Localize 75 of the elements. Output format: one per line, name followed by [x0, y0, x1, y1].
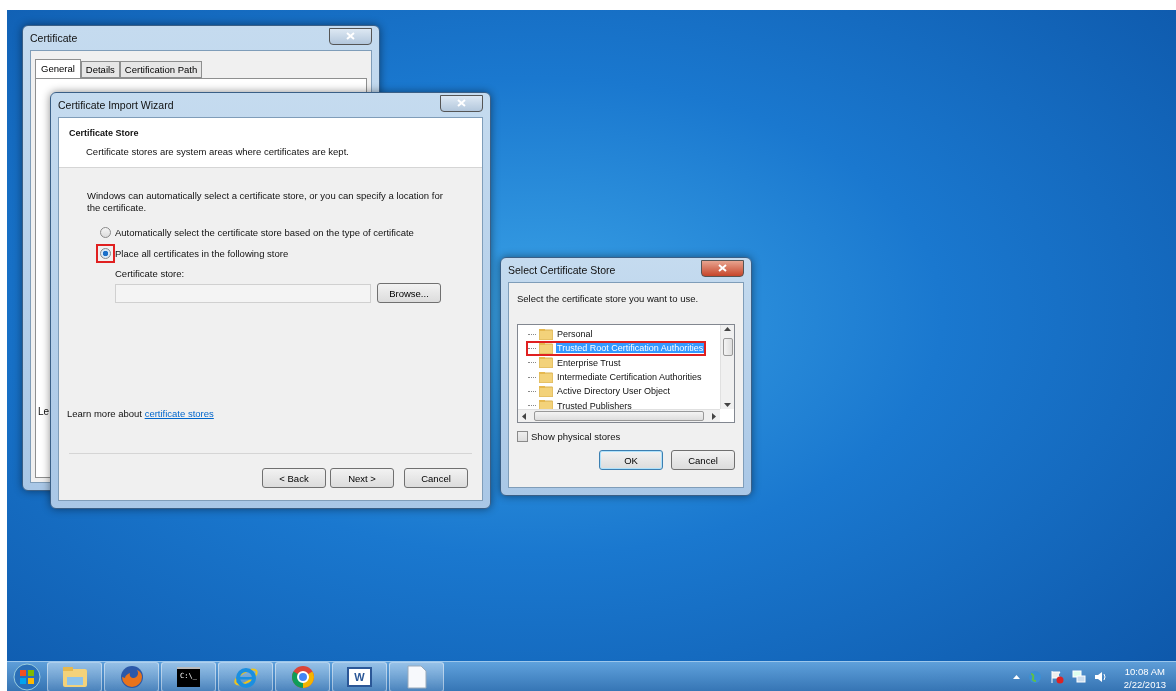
help-link[interactable]: certificate stores: [144, 408, 214, 419]
tree-item[interactable]: Enterprise Trust: [526, 355, 624, 370]
prompt-text: Select the certificate store you want to use.: [516, 292, 700, 306]
horizontal-scrollbar[interactable]: [518, 409, 720, 422]
close-button[interactable]: [440, 94, 483, 112]
network-icon[interactable]: [1071, 669, 1086, 684]
taskbar-app[interactable]: [218, 661, 273, 691]
taskbar-app[interactable]: W: [332, 661, 387, 691]
folder-icon: [539, 371, 553, 383]
wizard-button[interactable]: Cancel: [404, 468, 468, 488]
close-icon: [457, 99, 466, 107]
tab[interactable]: Certification Path: [119, 61, 203, 78]
radio-label[interactable]: Automatically select the certificate store based on the type of certificate: [115, 227, 414, 238]
item-label[interactable]: Active Directory User Object: [556, 386, 672, 397]
down-arrow-icon: [724, 403, 731, 407]
intro-text: Windows can automatically select a certificate store, or you can specify a location for the certificate.: [87, 190, 444, 214]
window-title: Certificate Import Wizard: [58, 99, 174, 111]
item-label[interactable]: Intermediate Certification Authorities: [556, 372, 703, 383]
close-button[interactable]: [701, 259, 744, 277]
tree-item[interactable]: Trusted Publishers: [526, 398, 635, 409]
taskbar-app[interactable]: [275, 661, 330, 691]
flag-icon[interactable]: [1049, 669, 1064, 684]
vertical-scrollbar[interactable]: [720, 325, 734, 409]
taskbar-app[interactable]: [389, 661, 444, 691]
right-arrow-icon: [712, 412, 716, 420]
folder-icon: [539, 357, 553, 369]
taskbar-app[interactable]: [104, 661, 159, 691]
radio-button[interactable]: [100, 248, 111, 259]
item-label[interactable]: Personal: [556, 329, 594, 340]
tree-item[interactable]: Active Directory User Object: [526, 384, 674, 399]
scroll-thumb[interactable]: [534, 411, 704, 421]
window-title: Select Certificate Store: [508, 264, 616, 276]
taskbar-app[interactable]: [47, 661, 102, 691]
item-label[interactable]: Enterprise Trust: [556, 357, 622, 368]
tree-item[interactable]: Personal: [526, 327, 596, 342]
checkbox-label[interactable]: Show physical stores: [531, 431, 621, 442]
checkbox[interactable]: [517, 431, 528, 442]
highlight-frame[interactable]: [96, 244, 115, 263]
up-arrow-icon: [724, 327, 731, 331]
radio-button[interactable]: [100, 227, 111, 238]
tree-item[interactable]: Intermediate Certification Authorities: [526, 369, 705, 385]
section-subtitle: Certificate stores are system areas where certificates are kept.: [85, 146, 350, 157]
document-icon: [406, 664, 427, 689]
close-icon: [718, 264, 727, 272]
clock-date: 2/22/2013: [1123, 677, 1166, 691]
wizard-button[interactable]: < Back: [262, 468, 326, 488]
tab[interactable]: Details: [80, 61, 120, 78]
folder-icon: [539, 342, 553, 354]
scroll-thumb[interactable]: [722, 338, 733, 356]
clock-time: 10:08 AM: [1124, 664, 1165, 678]
browser-icon: [289, 663, 316, 690]
folder-icon: [539, 385, 553, 397]
clock[interactable]: 10:08 AM 2/22/2013: [1123, 661, 1166, 691]
tab[interactable]: General: [35, 59, 81, 78]
speaker-icon[interactable]: [1093, 669, 1108, 684]
show-hidden-icon[interactable]: [1012, 674, 1020, 679]
folder-icon: [539, 400, 553, 409]
dialog-button[interactable]: Cancel: [671, 450, 735, 470]
learn-more-text: Learn more about certificate stores: [67, 408, 215, 419]
close-button[interactable]: [329, 27, 372, 45]
field-label: Certificate store:: [115, 268, 186, 279]
wizard-button[interactable]: Next >: [330, 468, 394, 488]
partial-text: Le: [38, 406, 50, 417]
close-icon: [346, 32, 355, 40]
browser-icon: [118, 663, 145, 690]
item-label[interactable]: Trusted Publishers: [556, 400, 633, 409]
word-icon: W: [347, 666, 372, 687]
folder-icon: [539, 328, 553, 340]
section-title: Certificate Store: [69, 128, 140, 138]
window-title: Certificate: [30, 32, 78, 44]
folder-icon: [61, 665, 88, 688]
left-arrow-icon: [522, 412, 526, 420]
browse-button[interactable]: Browse...: [377, 283, 441, 303]
radio-label[interactable]: Place all certificates in the following store: [115, 248, 289, 259]
dialog-button[interactable]: OK: [599, 450, 663, 470]
